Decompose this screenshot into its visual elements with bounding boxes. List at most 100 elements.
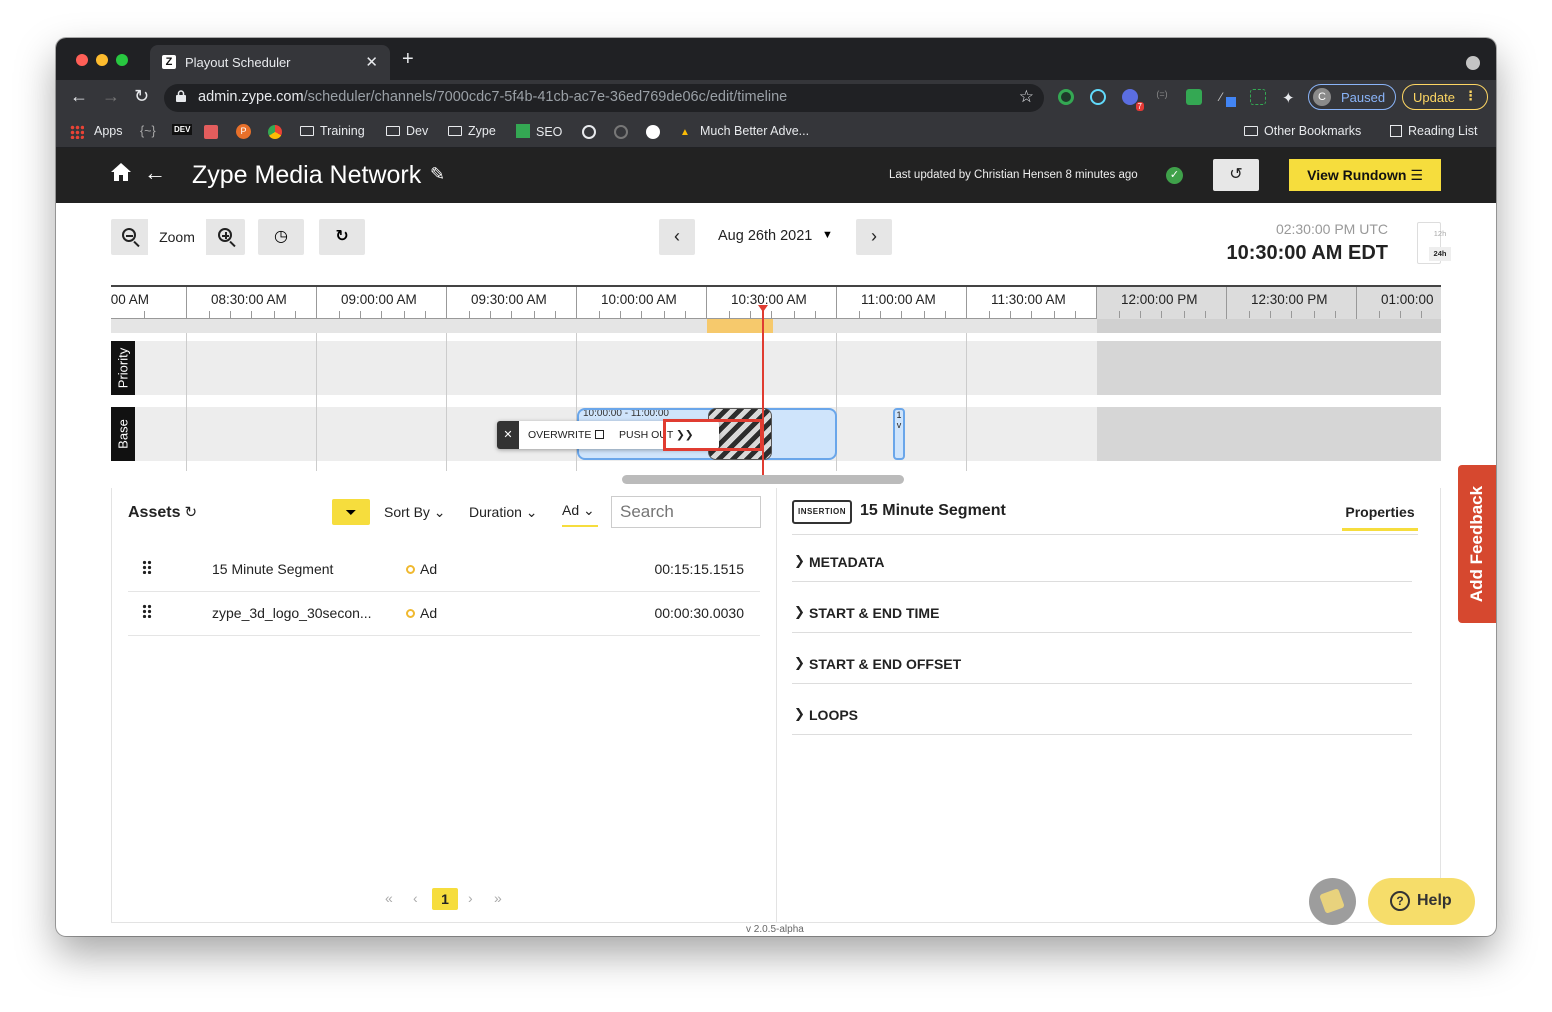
duration-dropdown[interactable]: Duration ⌄ (469, 504, 538, 521)
next-page-button[interactable]: › (468, 890, 473, 906)
minimize-window-button[interactable] (96, 54, 108, 66)
hour-format-toggle[interactable]: 12h 24h (1417, 222, 1451, 264)
date-navigator: ‹ Aug 26th 2021 ▼ › (659, 219, 892, 255)
overwrite-button[interactable]: OVERWRITE (528, 429, 605, 441)
extension-screenshot-icon[interactable] (1250, 89, 1266, 105)
bookmark-form-icon[interactable] (204, 125, 218, 139)
timeline[interactable]: :00 AM 08:30:00 AM 09:00:00 AM 09:30:00 … (111, 285, 1441, 485)
reload-icon[interactable]: ↻ (134, 86, 149, 107)
back-arrow-icon[interactable]: ← (70, 86, 88, 107)
apps-grid-icon (70, 125, 84, 139)
tab-title: Playout Scheduler (185, 55, 291, 70)
asset-row[interactable]: zype_3d_logo_30secon... Ad 00:00:30.0030 (128, 592, 760, 636)
tab-search-icon[interactable] (1466, 56, 1480, 70)
current-page[interactable]: 1 (432, 888, 458, 910)
add-feedback-button[interactable]: Add Feedback (1458, 465, 1496, 623)
bookmark-target-icon[interactable] (582, 125, 596, 139)
now-clock-button[interactable]: ◷ (258, 219, 304, 255)
bookmark-dev[interactable]: Dev (386, 124, 428, 138)
bookmark-gear-icon[interactable] (614, 125, 628, 139)
url-text: admin.zype.com/scheduler/channels/7000cd… (198, 89, 788, 105)
current-time-band (111, 319, 1441, 333)
bookmark-chrome-icon[interactable] (268, 125, 282, 139)
refresh-button[interactable]: ↻ (319, 219, 365, 255)
extension-green-icon[interactable] (1186, 89, 1202, 105)
asset-name: zype_3d_logo_30secon... (212, 605, 372, 621)
bookmark-training[interactable]: Training (300, 124, 365, 138)
bookmark-zype[interactable]: Zype (448, 124, 496, 138)
toggle-24h[interactable]: 24h (1429, 247, 1451, 261)
bookmark-much-better[interactable]: ▲ Much Better Adve... (680, 124, 809, 138)
bookmark-other[interactable]: Other Bookmarks (1244, 124, 1361, 138)
previous-day-button[interactable]: ‹ (659, 219, 695, 255)
section-start-end-offset[interactable]: ❯ START & END OFFSET (792, 646, 1412, 684)
bookmark-dev-icon[interactable]: DEV (172, 124, 193, 135)
new-tab-button[interactable]: + (402, 48, 414, 71)
view-rundown-button[interactable]: View Rundown ☰ (1289, 159, 1441, 191)
extensions-puzzle-icon[interactable]: ✦ (1282, 89, 1298, 107)
copy-icon (595, 430, 605, 439)
react-devtools-icon[interactable] (1090, 89, 1106, 105)
next-day-button[interactable]: › (856, 219, 892, 255)
url-input[interactable]: admin.zype.com/scheduler/channels/7000cd… (164, 84, 1044, 112)
toggle-12h[interactable]: 12h (1429, 229, 1451, 238)
more-menu-icon: ⋮ (1464, 88, 1477, 103)
extension-pen-icon[interactable]: ⁄ (1218, 89, 1236, 107)
prev-page-button[interactable]: ‹ (413, 890, 418, 906)
last-page-button[interactable]: » (494, 890, 502, 906)
close-icon[interactable]: ✕ (497, 421, 519, 449)
browser-tab[interactable]: Z Playout Scheduler ✕ (150, 45, 390, 80)
edit-pencil-icon[interactable]: ✎ (430, 164, 445, 185)
date-picker[interactable]: Aug 26th 2021 (718, 228, 812, 244)
sort-by-dropdown[interactable]: Sort By ⌄ (384, 504, 446, 521)
update-button[interactable]: Update ⋮ (1402, 84, 1488, 110)
bookmark-apps[interactable]: Apps (94, 124, 123, 138)
layers-button[interactable] (1309, 878, 1356, 925)
section-start-end-time[interactable]: ❯ START & END TIME (792, 595, 1412, 633)
section-metadata[interactable]: ❯ METADATA (792, 544, 1412, 582)
asset-row[interactable]: 15 Minute Segment Ad 00:15:15.1515 (128, 548, 760, 592)
timeline-scrollbar[interactable] (622, 475, 904, 484)
forward-arrow-icon[interactable]: → (102, 86, 120, 107)
bookmark-json-icon[interactable]: {~} (140, 124, 156, 138)
history-button[interactable]: ↺ (1213, 159, 1259, 191)
profile-button[interactable]: C Paused (1308, 84, 1396, 110)
bookmark-p-icon[interactable]: P (236, 124, 251, 139)
maximize-window-button[interactable] (116, 54, 128, 66)
first-page-button[interactable]: « (385, 890, 393, 906)
chevron-right-icon: ❯ (794, 553, 805, 568)
folder-icon (448, 126, 462, 136)
tab-properties[interactable]: Properties (1342, 504, 1418, 531)
app-header: ← Zype Media Network ✎ Last updated by C… (56, 148, 1496, 203)
search-input[interactable] (611, 496, 761, 528)
close-tab-icon[interactable]: ✕ (365, 53, 378, 71)
clear-filter-button[interactable]: ⏷ (332, 499, 370, 525)
scheduled-block-small[interactable]: 1 v (893, 408, 905, 460)
ad-type-icon (406, 609, 415, 618)
tick-label: 10:30:00 AM (731, 292, 807, 307)
drag-handle-icon[interactable] (142, 560, 152, 574)
tick-label: 09:00:00 AM (341, 292, 417, 307)
page-title: Zype Media Network (192, 161, 422, 189)
refresh-assets-icon[interactable]: ↻ (184, 504, 197, 521)
back-arrow-icon[interactable]: ← (144, 160, 166, 186)
extension-gear-icon[interactable]: 7 (1122, 89, 1144, 111)
bookmark-reading-list[interactable]: Reading List (1390, 124, 1478, 138)
section-loops[interactable]: ❯ LOOPS (792, 697, 1412, 735)
bookmark-triangle-icon[interactable] (646, 125, 660, 139)
tick-label: 01:00:00 (1381, 292, 1434, 307)
caret-down-icon[interactable]: ▼ (822, 229, 833, 241)
drag-handle-icon[interactable] (142, 604, 152, 618)
help-button[interactable]: ? Help (1368, 878, 1475, 925)
history-icon: ↺ (1229, 166, 1243, 183)
home-icon[interactable] (110, 162, 132, 182)
priority-lane[interactable]: Priority (111, 341, 1441, 395)
bookmark-star-icon[interactable]: ☆ (1019, 87, 1034, 107)
type-filter-dropdown[interactable]: Ad ⌄ (562, 502, 598, 527)
chevron-right-icon: ❯ (794, 706, 805, 721)
browser-window: Z Playout Scheduler ✕ + ← → ↻ admin.zype… (56, 38, 1496, 936)
extension-code-icon[interactable]: (=) (1154, 89, 1170, 105)
bookmark-seo[interactable]: SEO (516, 124, 562, 139)
close-window-button[interactable] (76, 54, 88, 66)
extension-target-icon[interactable] (1058, 89, 1074, 105)
